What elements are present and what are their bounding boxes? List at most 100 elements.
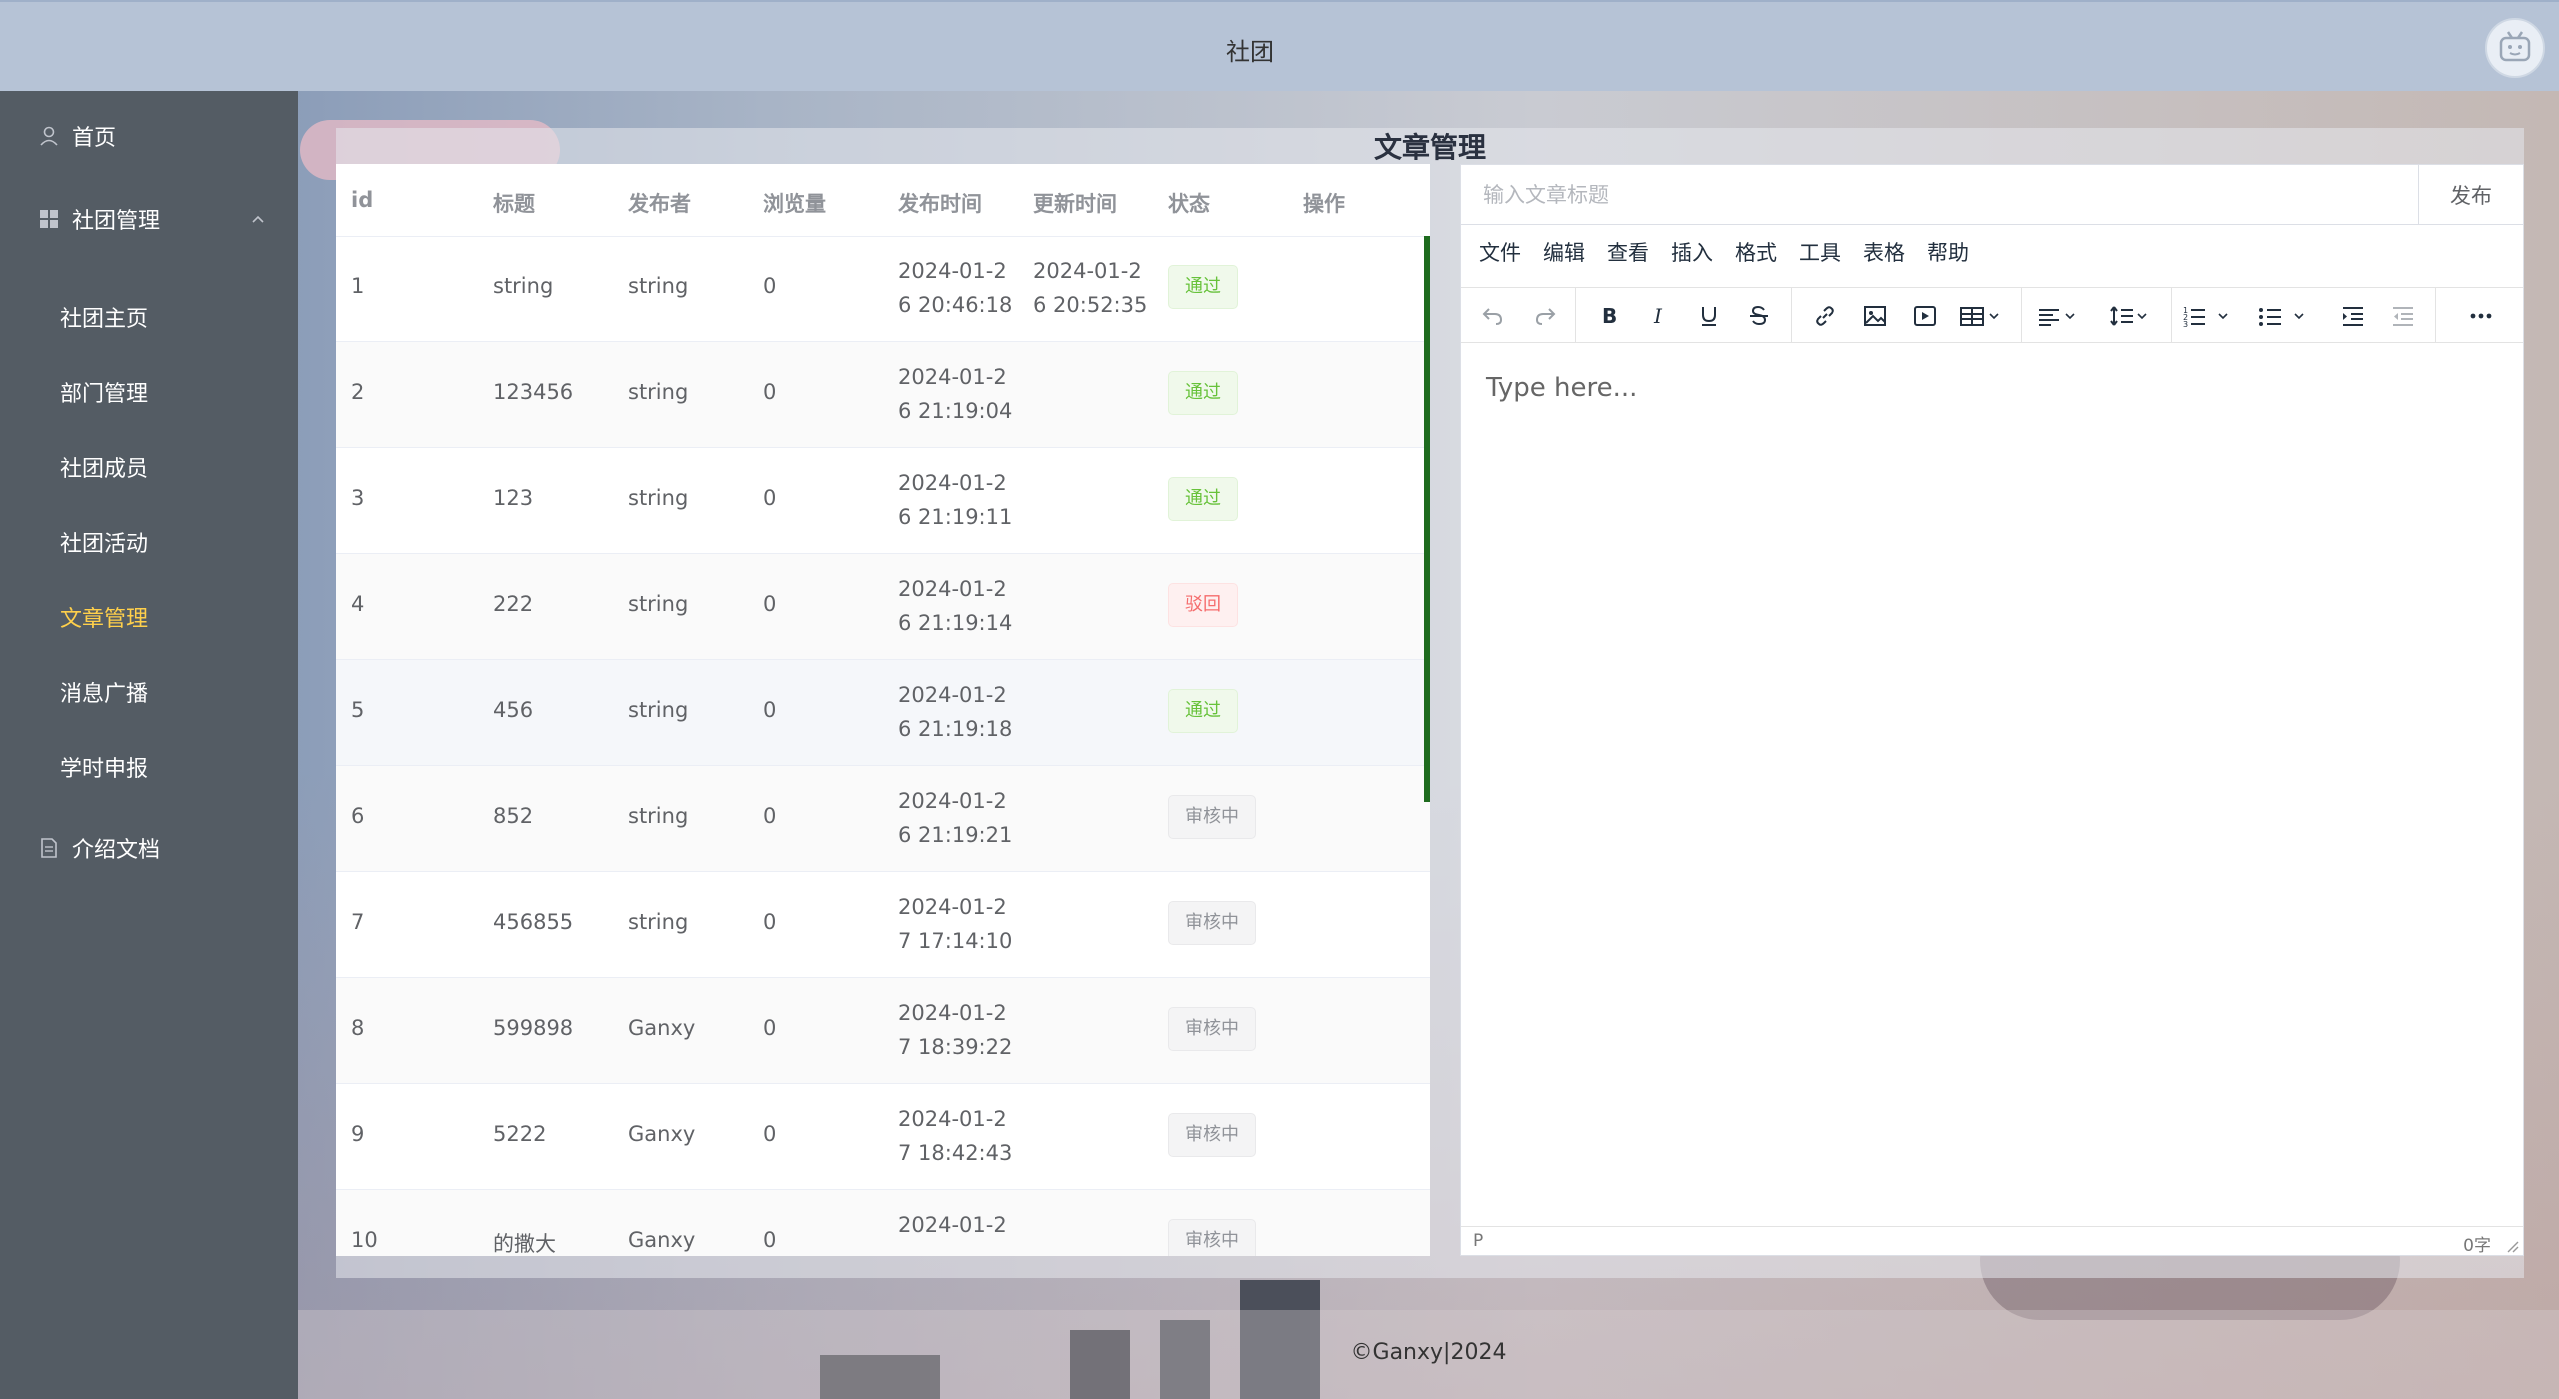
cell-published-time: 2024-01-27 18:42:43 [898,1107,1013,1165]
numbered-list-icon[interactable]: 123 [2181,296,2237,336]
cell-published-time: 2024-01-26 21:19:14 [898,577,1013,635]
table-row[interactable]: 4 222 string 0 2024-01-26 21:19:14 驳回 [336,554,1430,660]
status-badge: 通过 [1168,477,1238,521]
cell-published-time: 2024-01-27 18:39:22 [898,1001,1013,1059]
menu-tools[interactable]: 工具 [1799,237,1841,277]
strikethrough-icon[interactable] [1739,296,1779,336]
grid-icon [36,206,62,232]
cell-title: 123456 [493,380,574,404]
status-badge: 审核中 [1168,901,1256,945]
tv-mascot-icon [2499,31,2531,62]
sidebar-item-home[interactable]: 首页 [0,106,298,166]
media-icon[interactable] [1905,296,1945,336]
cell-title: string [493,274,554,298]
resize-handle-icon[interactable] [2505,1239,2519,1253]
cell-title: 222 [493,592,534,616]
cell-views: 0 [763,698,777,722]
cell-published-time: 2024-01-26 20:46:18 [898,259,1013,317]
line-height-icon[interactable] [2105,296,2161,336]
column-header: 更新时间 [1033,192,1117,216]
table-row[interactable]: 2 123456 string 0 2024-01-26 21:19:04 通过 [336,342,1430,448]
status-badge: 通过 [1168,371,1238,415]
cell-title: 5222 [493,1122,547,1146]
cell-views: 0 [763,804,777,828]
app-title: 社团 [1226,38,1274,66]
indent-icon[interactable] [2333,296,2373,336]
cell-title: 599898 [493,1016,574,1040]
table-row[interactable]: 10 的撒大 Ganxy 0 2024-01-2 审核中 [336,1190,1430,1256]
sidebar-item-club-home[interactable]: 社团主页 [0,287,298,347]
sidebar-item-members[interactable]: 社团成员 [0,437,298,497]
table-row[interactable]: 9 5222 Ganxy 0 2024-01-27 18:42:43 审核中 [336,1084,1430,1190]
publish-button[interactable]: 发布 [2419,165,2523,225]
element-path[interactable]: P [1473,1231,1483,1251]
menu-table[interactable]: 表格 [1863,237,1905,277]
cell-publisher: string [628,486,689,510]
cell-publisher: Ganxy [628,1228,696,1252]
cell-id: 10 [351,1228,378,1252]
sidebar-item-broadcast[interactable]: 消息广播 [0,662,298,722]
table-scrollbar[interactable] [1424,236,1430,802]
cell-published-time: 2024-01-26 21:19:11 [898,471,1013,529]
image-icon[interactable] [1855,296,1895,336]
toolbar-divider [2021,288,2022,342]
table-row[interactable]: 1 string string 0 2024-01-26 20:46:18 2024-01… [336,236,1430,342]
table-row[interactable]: 3 123 string 0 2024-01-26 21:19:11 通过 [336,448,1430,554]
sidebar-group-club-management[interactable]: 社团管理 [0,189,298,249]
menu-format[interactable]: 格式 [1735,237,1777,277]
column-header: 操作 [1303,192,1345,216]
status-badge: 通过 [1168,689,1238,733]
table-row[interactable]: 8 599898 Ganxy 0 2024-01-27 18:39:22 审核中 [336,978,1430,1084]
menu-edit[interactable]: 编辑 [1543,237,1585,277]
column-header: 发布者 [628,192,691,216]
status-badge: 审核中 [1168,1219,1256,1256]
table-row[interactable]: 7 456855 string 0 2024-01-27 17:14:10 审核中 [336,872,1430,978]
status-badge: 通过 [1168,265,1238,309]
cell-id: 5 [351,698,365,722]
undo-icon[interactable] [1473,296,1513,336]
italic-icon[interactable]: I [1639,296,1679,336]
underline-icon[interactable] [1689,296,1729,336]
page-title: 文章管理 [1373,131,1486,164]
sidebar-item-hours[interactable]: 学时申报 [0,737,298,797]
document-icon [36,835,62,861]
sidebar-item-docs[interactable]: 介绍文档 [0,818,298,878]
sidebar-item-label: 首页 [72,126,117,151]
column-header: id [351,188,374,212]
cell-id: 9 [351,1122,365,1146]
chevron-up-icon [252,215,264,223]
outdent-icon[interactable] [2383,296,2423,336]
sidebar-item-label: 介绍文档 [72,838,161,863]
cell-title: 的撒大 [493,1232,556,1256]
cell-id: 2 [351,380,365,404]
menu-help[interactable]: 帮助 [1927,237,1969,277]
bold-icon[interactable]: B [1589,296,1629,336]
sidebar-item-label: 社团管理 [72,209,161,234]
sidebar-item-activities[interactable]: 社团活动 [0,512,298,572]
table-insert-icon[interactable] [1955,296,2011,336]
cell-id: 8 [351,1016,365,1040]
avatar[interactable] [2485,18,2545,78]
sidebar: 首页 社团管理 社团主页 部门管理 社团成员 社团活动 文章管理 消息广播 学时… [0,91,298,1399]
table-row[interactable]: 6 852 string 0 2024-01-26 21:19:21 审核中 [336,766,1430,872]
menu-file[interactable]: 文件 [1479,237,1521,277]
align-icon[interactable] [2033,296,2089,336]
link-icon[interactable] [1805,296,1845,336]
article-title-input[interactable] [1461,165,2419,225]
cell-views: 0 [763,380,777,404]
word-count[interactable]: 0字 [2463,1231,2491,1256]
sidebar-item-articles[interactable]: 文章管理 [0,587,298,647]
menu-view[interactable]: 查看 [1607,237,1649,277]
svg-text:I: I [1653,304,1663,328]
table-row[interactable]: 5 456 string 0 2024-01-26 21:19:18 通过 [336,660,1430,766]
toolbar-divider [2435,288,2436,342]
footer-text: ©Ganxy|2024 [1350,1340,1507,1365]
more-icon[interactable] [2461,296,2501,336]
column-header: 浏览量 [763,192,826,216]
sidebar-item-departments[interactable]: 部门管理 [0,362,298,422]
bullet-list-icon[interactable] [2257,296,2313,336]
menu-insert[interactable]: 插入 [1671,237,1713,277]
redo-icon[interactable] [1525,296,1565,336]
cell-updated-time: 2024-01-26 20:52:35 [1033,259,1148,317]
editor-body-placeholder[interactable]: Type here... [1486,373,1637,403]
